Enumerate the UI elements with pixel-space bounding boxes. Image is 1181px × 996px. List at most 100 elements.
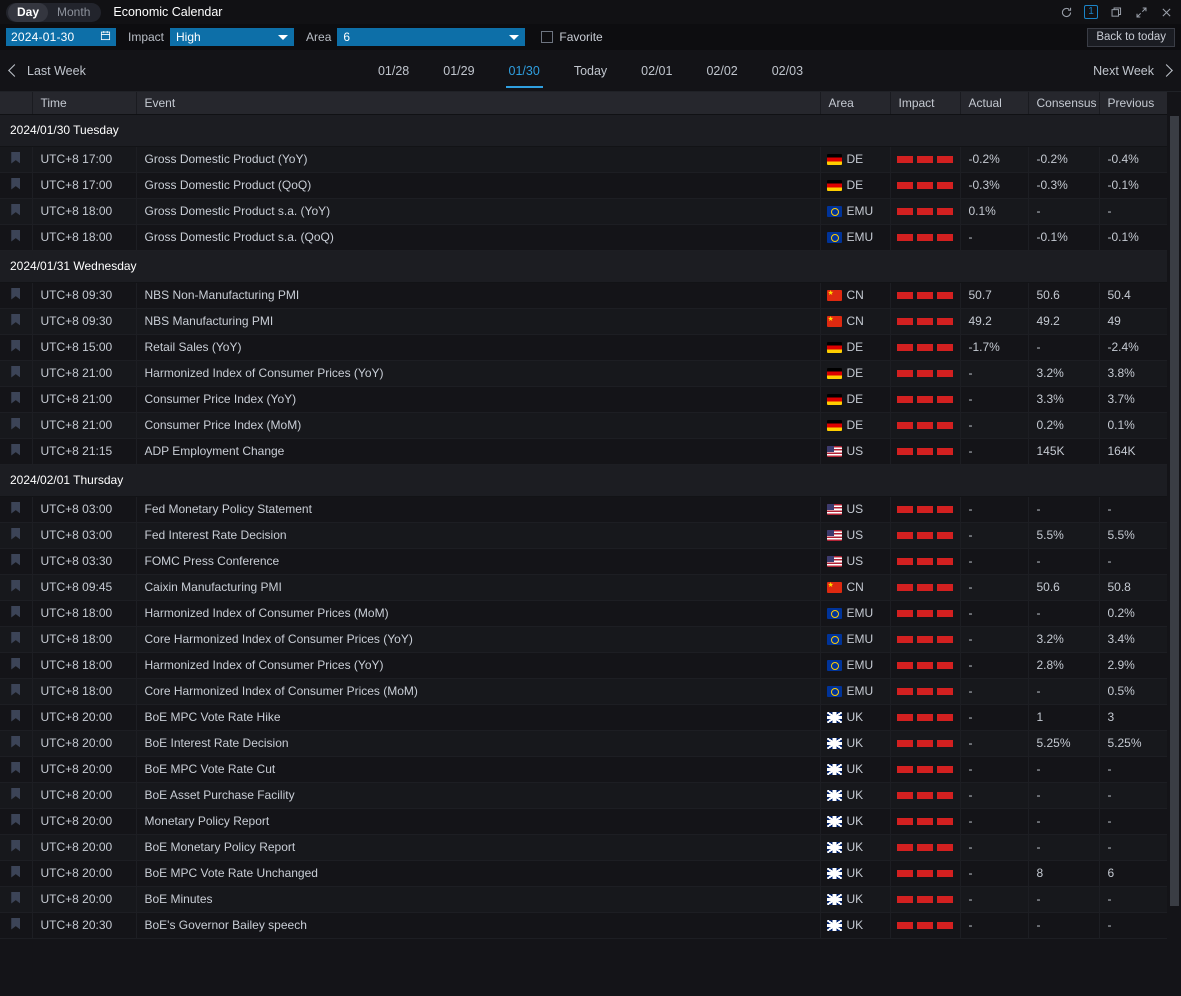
bookmark-cell[interactable] (0, 172, 32, 198)
prev-week-button[interactable]: Last Week (10, 64, 86, 78)
bookmark-cell[interactable] (0, 438, 32, 464)
table-row[interactable]: UTC+8 09:30NBS Non-Manufacturing PMICN50… (0, 282, 1167, 308)
bookmark-icon[interactable] (11, 840, 20, 852)
table-row[interactable]: UTC+8 18:00Harmonized Index of Consumer … (0, 652, 1167, 678)
bookmark-cell[interactable] (0, 626, 32, 652)
bookmark-icon[interactable] (11, 892, 20, 904)
table-row[interactable]: UTC+8 17:00Gross Domestic Product (YoY)D… (0, 146, 1167, 172)
col-header-time[interactable]: Time (32, 92, 136, 114)
bookmark-icon[interactable] (11, 866, 20, 878)
table-row[interactable]: UTC+8 18:00Harmonized Index of Consumer … (0, 600, 1167, 626)
table-row[interactable]: UTC+8 20:00BoE Asset Purchase FacilityUK… (0, 782, 1167, 808)
col-header-area[interactable]: Area (820, 92, 890, 114)
table-row[interactable]: UTC+8 21:00Consumer Price Index (YoY)DE-… (0, 386, 1167, 412)
bookmark-cell[interactable] (0, 678, 32, 704)
bookmark-cell[interactable] (0, 334, 32, 360)
table-row[interactable]: UTC+8 20:00BoE MPC Vote Rate UnchangedUK… (0, 860, 1167, 886)
bookmark-icon[interactable] (11, 178, 20, 190)
bookmark-icon[interactable] (11, 288, 20, 300)
view-mode-month[interactable]: Month (48, 3, 99, 22)
day-tab-01-28[interactable]: 01/28 (361, 50, 426, 92)
table-row[interactable]: UTC+8 21:00Consumer Price Index (MoM)DE-… (0, 412, 1167, 438)
bookmark-cell[interactable] (0, 808, 32, 834)
table-row[interactable]: UTC+8 03:00Fed Interest Rate DecisionUS-… (0, 522, 1167, 548)
area-filter-select[interactable]: 6 (337, 28, 525, 46)
bookmark-cell[interactable] (0, 146, 32, 172)
bookmark-cell[interactable] (0, 522, 32, 548)
col-header-consensus[interactable]: Consensus (1028, 92, 1099, 114)
bookmark-icon[interactable] (11, 710, 20, 722)
bookmark-icon[interactable] (11, 788, 20, 800)
bookmark-icon[interactable] (11, 418, 20, 430)
bookmark-cell[interactable] (0, 412, 32, 438)
bookmark-icon[interactable] (11, 152, 20, 164)
next-week-button[interactable]: Next Week (1093, 64, 1171, 78)
bookmark-icon[interactable] (11, 230, 20, 242)
bookmark-icon[interactable] (11, 392, 20, 404)
bookmark-icon[interactable] (11, 736, 20, 748)
bookmark-icon[interactable] (11, 340, 20, 352)
table-row[interactable]: UTC+8 20:00BoE MPC Vote Rate HikeUK-13 (0, 704, 1167, 730)
bookmark-cell[interactable] (0, 860, 32, 886)
bookmark-icon[interactable] (11, 684, 20, 696)
bookmark-icon[interactable] (11, 444, 20, 456)
day-tab-today[interactable]: Today (557, 50, 624, 92)
restore-window-icon[interactable] (1109, 5, 1123, 19)
vertical-scrollbar[interactable] (1167, 92, 1181, 996)
bookmark-icon[interactable] (11, 918, 20, 930)
bookmark-cell[interactable] (0, 730, 32, 756)
day-tab-01-29[interactable]: 01/29 (426, 50, 491, 92)
view-mode-day[interactable]: Day (8, 3, 48, 22)
col-header-actual[interactable]: Actual (960, 92, 1028, 114)
bookmark-icon[interactable] (11, 606, 20, 618)
bookmark-cell[interactable] (0, 600, 32, 626)
impact-filter-select[interactable]: High (170, 28, 294, 46)
bookmark-cell[interactable] (0, 574, 32, 600)
day-tab-02-01[interactable]: 02/01 (624, 50, 689, 92)
table-row[interactable]: UTC+8 18:00Gross Domestic Product s.a. (… (0, 224, 1167, 250)
table-row[interactable]: UTC+8 17:00Gross Domestic Product (QoQ)D… (0, 172, 1167, 198)
bookmark-cell[interactable] (0, 386, 32, 412)
bookmark-cell[interactable] (0, 704, 32, 730)
table-row[interactable]: UTC+8 20:00BoE Monetary Policy ReportUK-… (0, 834, 1167, 860)
table-row[interactable]: UTC+8 03:30FOMC Press ConferenceUS--- (0, 548, 1167, 574)
bookmark-cell[interactable] (0, 548, 32, 574)
col-header-impact[interactable]: Impact (890, 92, 960, 114)
bookmark-cell[interactable] (0, 308, 32, 334)
bookmark-icon[interactable] (11, 366, 20, 378)
bookmark-icon[interactable] (11, 528, 20, 540)
date-picker[interactable]: 2024-01-30 (6, 28, 116, 46)
table-row[interactable]: UTC+8 21:15ADP Employment ChangeUS-145K1… (0, 438, 1167, 464)
bookmark-icon[interactable] (11, 554, 20, 566)
bookmark-icon[interactable] (11, 632, 20, 644)
table-row[interactable]: UTC+8 20:00BoE Interest Rate DecisionUK-… (0, 730, 1167, 756)
col-header-bookmark[interactable] (0, 92, 32, 114)
bookmark-icon[interactable] (11, 204, 20, 216)
col-header-previous[interactable]: Previous (1099, 92, 1167, 114)
bookmark-cell[interactable] (0, 198, 32, 224)
bookmark-cell[interactable] (0, 496, 32, 522)
bookmark-cell[interactable] (0, 912, 32, 938)
bookmark-cell[interactable] (0, 756, 32, 782)
table-row[interactable]: UTC+8 18:00Core Harmonized Index of Cons… (0, 678, 1167, 704)
table-row[interactable]: UTC+8 09:30NBS Manufacturing PMICN49.249… (0, 308, 1167, 334)
day-tab-01-30[interactable]: 01/30 (492, 50, 557, 92)
bookmark-icon[interactable] (11, 314, 20, 326)
favorite-checkbox[interactable] (541, 31, 553, 43)
table-row[interactable]: UTC+8 20:00Monetary Policy ReportUK--- (0, 808, 1167, 834)
day-tab-02-03[interactable]: 02/03 (755, 50, 820, 92)
bookmark-icon[interactable] (11, 658, 20, 670)
table-row[interactable]: UTC+8 20:00BoE MPC Vote Rate CutUK--- (0, 756, 1167, 782)
col-header-event[interactable]: Event (136, 92, 820, 114)
bookmark-cell[interactable] (0, 652, 32, 678)
close-icon[interactable] (1159, 5, 1173, 19)
bookmark-cell[interactable] (0, 224, 32, 250)
bookmark-cell[interactable] (0, 834, 32, 860)
day-tab-02-02[interactable]: 02/02 (689, 50, 754, 92)
bookmark-cell[interactable] (0, 782, 32, 808)
view-mode-toggle[interactable]: Day Month (6, 3, 101, 22)
scrollbar-thumb[interactable] (1170, 116, 1179, 906)
bookmark-cell[interactable] (0, 282, 32, 308)
favorite-filter[interactable]: Favorite (541, 30, 602, 44)
table-row[interactable]: UTC+8 03:00Fed Monetary Policy Statement… (0, 496, 1167, 522)
